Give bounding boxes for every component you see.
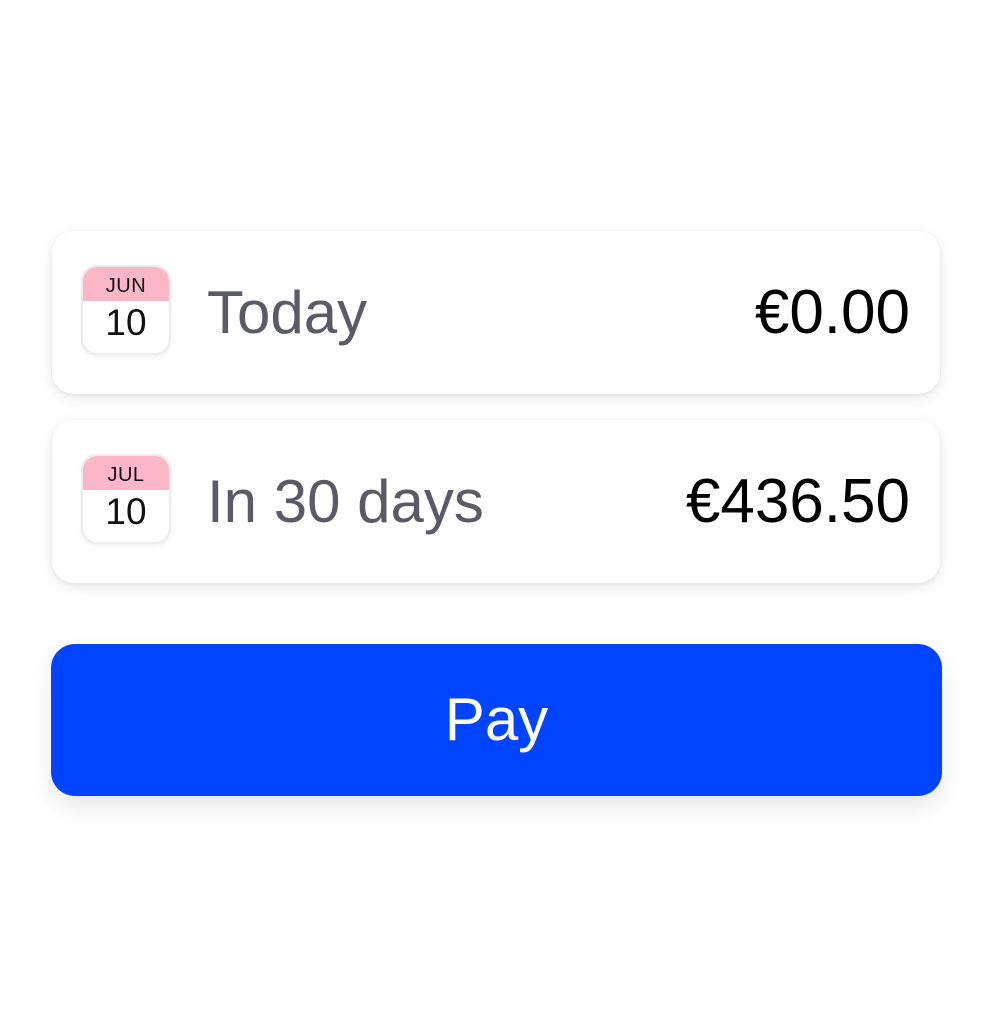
calendar-day: 10 xyxy=(105,302,147,343)
installment-amount: €436.50 xyxy=(685,467,910,536)
calendar-day: 10 xyxy=(105,491,147,532)
calendar-icon: JUL 10 xyxy=(81,454,171,544)
installment-amount: €0.00 xyxy=(754,278,910,347)
installment-card-today: JUN 10 Today €0.00 xyxy=(52,231,940,394)
calendar-icon: JUN 10 xyxy=(81,265,171,355)
installment-card-30-days: JUL 10 In 30 days €436.50 xyxy=(52,420,940,583)
installment-label: Today xyxy=(207,279,368,346)
payment-schedule: JUN 10 Today €0.00 JUL 10 In 30 days €43… xyxy=(0,0,993,1024)
pay-button[interactable]: Pay xyxy=(51,644,942,796)
installment-label: In 30 days xyxy=(207,468,484,535)
calendar-month: JUN xyxy=(83,267,169,301)
calendar-month: JUL xyxy=(83,456,169,490)
